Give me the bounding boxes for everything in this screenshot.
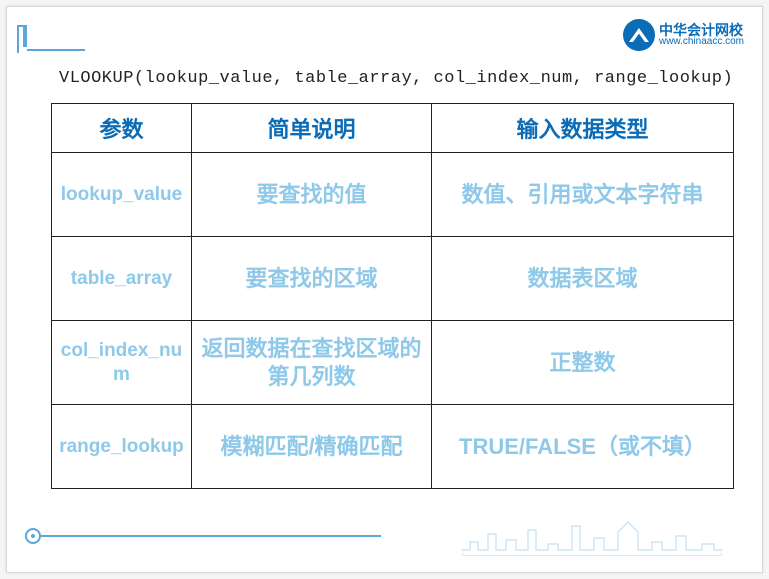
cell-param: range_lookup <box>52 405 192 489</box>
brand-logo-icon <box>623 19 655 51</box>
cell-desc: 要查找的区域 <box>192 237 432 321</box>
cell-type: 正整数 <box>432 321 734 405</box>
cell-desc: 模糊匹配/精确匹配 <box>192 405 432 489</box>
table-row: col_index_num 返回数据在查找区域的第几列数 正整数 <box>52 321 734 405</box>
corner-decoration-top-left <box>17 25 65 61</box>
params-table: 参数 简单说明 输入数据类型 lookup_value 要查找的值 数值、引用或… <box>51 103 734 489</box>
cell-type: TRUE/FALSE（或不填） <box>432 405 734 489</box>
formula-text: VLOOKUP(lookup_value, table_array, col_i… <box>59 69 732 88</box>
header-desc: 简单说明 <box>192 104 432 153</box>
cell-desc: 要查找的值 <box>192 153 432 237</box>
table-row: lookup_value 要查找的值 数值、引用或文本字符串 <box>52 153 734 237</box>
header-param: 参数 <box>52 104 192 153</box>
cell-param: lookup_value <box>52 153 192 237</box>
brand-name: 中华会计网校 <box>659 23 744 37</box>
cell-type: 数值、引用或文本字符串 <box>432 153 734 237</box>
table-row: range_lookup 模糊匹配/精确匹配 TRUE/FALSE（或不填） <box>52 405 734 489</box>
brand-url: www.chinaacc.com <box>659 37 744 47</box>
cell-param: col_index_num <box>52 321 192 405</box>
cell-param: table_array <box>52 237 192 321</box>
cell-desc: 返回数据在查找区域的第几列数 <box>192 321 432 405</box>
brand-logo: 中华会计网校 www.chinaacc.com <box>623 19 744 51</box>
header-type: 输入数据类型 <box>432 104 734 153</box>
slide: 中华会计网校 www.chinaacc.com VLOOKUP(lookup_v… <box>6 6 763 573</box>
table-header-row: 参数 简单说明 输入数据类型 <box>52 104 734 153</box>
bottom-divider-line <box>41 535 381 537</box>
skyline-decoration-icon <box>462 520 722 556</box>
cell-type: 数据表区域 <box>432 237 734 321</box>
table-row: table_array 要查找的区域 数据表区域 <box>52 237 734 321</box>
corner-decoration-bottom-left-icon <box>25 528 41 544</box>
